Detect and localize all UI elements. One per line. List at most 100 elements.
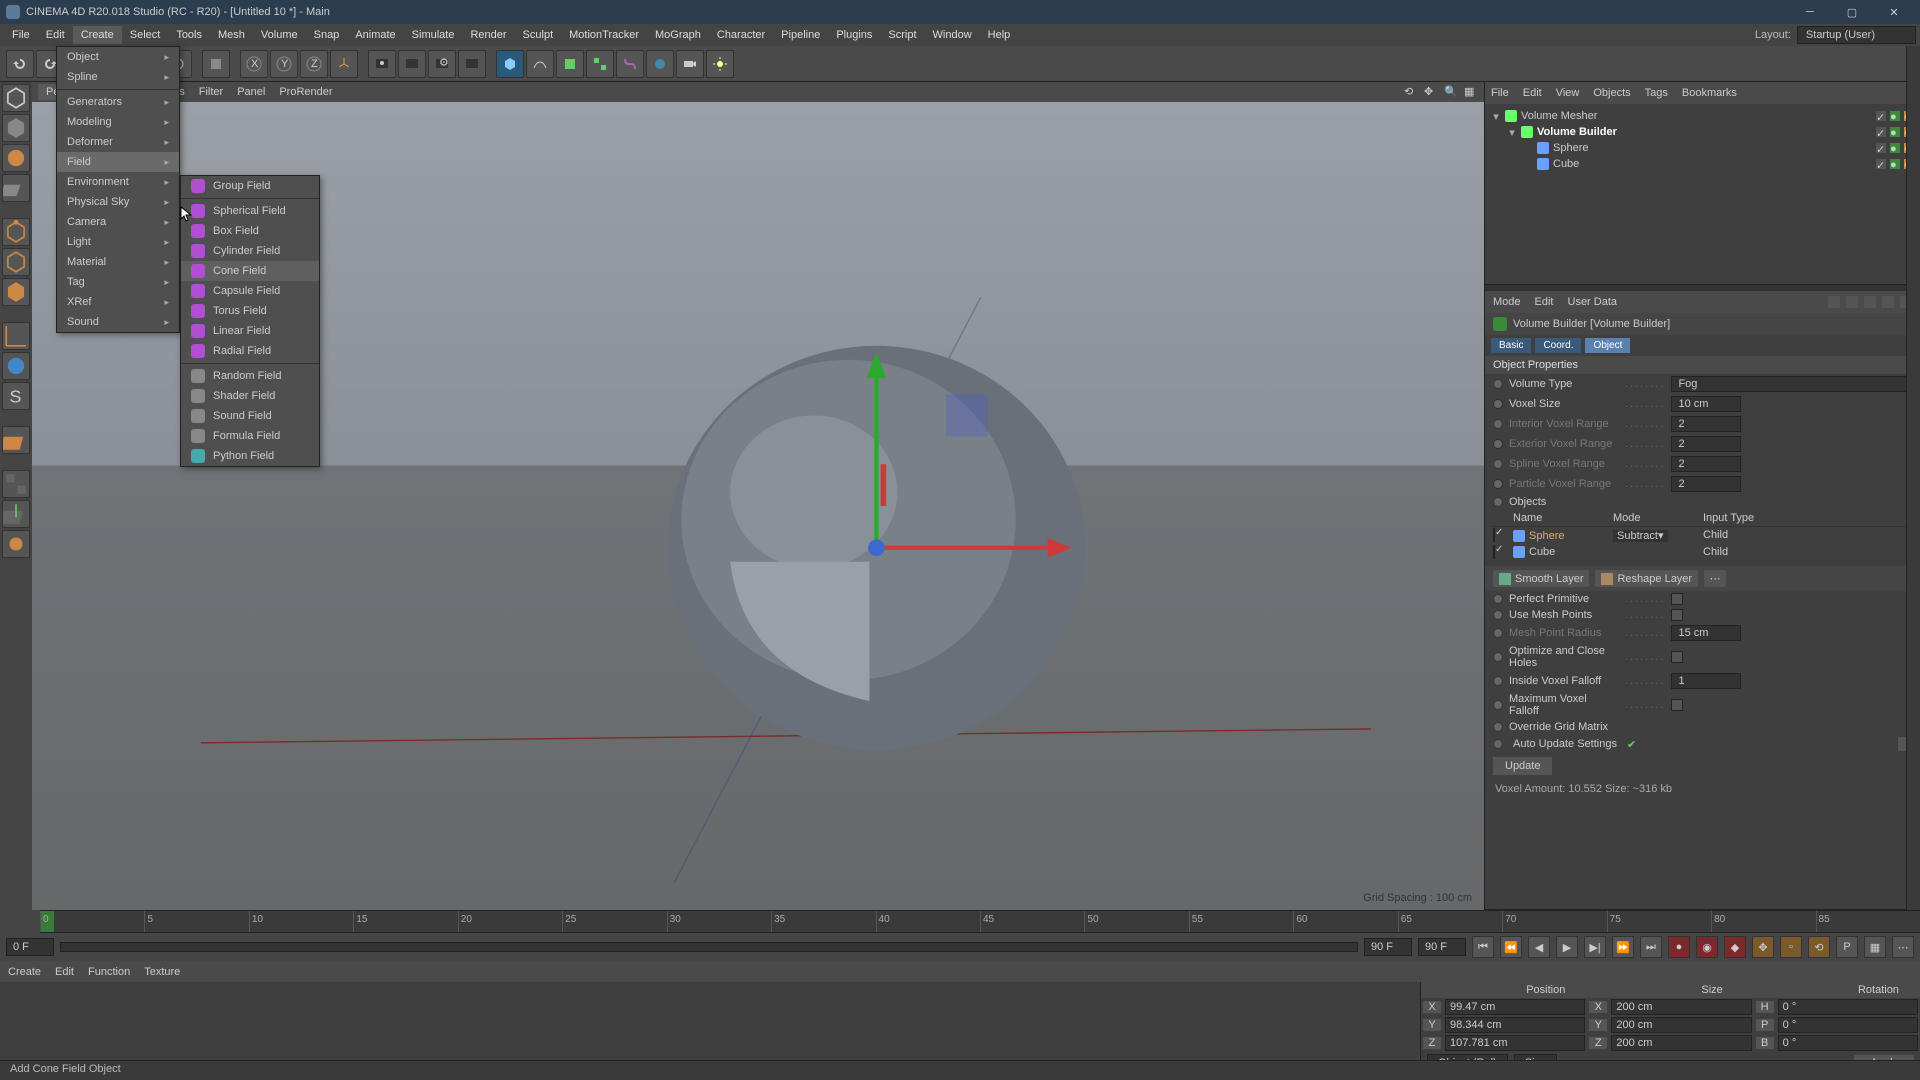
spline-button[interactable] [526, 50, 554, 78]
menu-edit[interactable]: Edit [38, 26, 73, 44]
attr-tab-basic[interactable]: Basic [1491, 338, 1531, 353]
create-item-material[interactable]: Material▸ [57, 252, 179, 272]
checkbox[interactable] [1671, 609, 1683, 621]
create-item-light[interactable]: Light▸ [57, 232, 179, 252]
menu-mesh[interactable]: Mesh [210, 26, 253, 44]
array-button[interactable] [586, 50, 614, 78]
vp-menu-panel[interactable]: Panel [237, 86, 265, 98]
nav-back-icon[interactable] [1828, 296, 1840, 308]
make-editable-button[interactable] [2, 84, 30, 112]
timeline-ruler[interactable]: 051015202530354045505560657075808590 [0, 910, 1920, 933]
attr-userdata[interactable]: User Data [1568, 296, 1618, 308]
obj-row-sphere[interactable]: SphereSubtract▾Child [1493, 527, 1912, 544]
light-button[interactable] [706, 50, 734, 78]
create-item-physical-sky[interactable]: Physical Sky▸ [57, 192, 179, 212]
vp-menu-filter[interactable]: Filter [199, 86, 223, 98]
undo-button[interactable] [6, 50, 34, 78]
menu-animate[interactable]: Animate [347, 26, 403, 44]
field-item-cylinder-field[interactable]: Cylinder Field [181, 241, 319, 261]
range-start-field[interactable]: 0 F [6, 938, 54, 956]
layer-more-button[interactable]: ⋯ [1704, 570, 1726, 587]
axis-toggle-button[interactable] [2, 322, 30, 350]
pla-key-button[interactable]: ▦ [1864, 936, 1886, 958]
value-field[interactable]: 15 cm [1671, 625, 1741, 641]
next-frame-button[interactable]: ▶| [1584, 936, 1606, 958]
pos-field[interactable]: 107.781 cm [1445, 1035, 1585, 1051]
menu-volume[interactable]: Volume [253, 26, 306, 44]
menu-snap[interactable]: Snap [306, 26, 348, 44]
texture-mode-button[interactable] [2, 144, 30, 172]
field-item-spherical-field[interactable]: Spherical Field [181, 201, 319, 221]
menu-file[interactable]: File [4, 26, 38, 44]
prev-frame-button[interactable]: ◀ [1528, 936, 1550, 958]
checkbox[interactable] [1671, 593, 1683, 605]
value-field[interactable]: Fog [1671, 376, 1912, 392]
attr-edit[interactable]: Edit [1535, 296, 1554, 308]
field-item-cone-field[interactable]: Cone Field [181, 261, 319, 281]
objmgr-objects[interactable]: Objects [1593, 87, 1630, 99]
field-item-sound-field[interactable]: Sound Field [181, 406, 319, 426]
menu-plugins[interactable]: Plugins [828, 26, 880, 44]
prev-key-button[interactable]: ⏪ [1500, 936, 1522, 958]
coord-system-tool[interactable] [330, 50, 358, 78]
snap-toggle-button[interactable]: S [2, 382, 30, 410]
auto-update-check-icon[interactable]: ✔ [1627, 738, 1636, 751]
create-item-modeling[interactable]: Modeling▸ [57, 112, 179, 132]
field-item-capsule-field[interactable]: Capsule Field [181, 281, 319, 301]
menu-create[interactable]: Create [73, 26, 122, 44]
menu-select[interactable]: Select [122, 26, 169, 44]
pos-key-button[interactable]: ✥ [1752, 936, 1774, 958]
create-dropdown[interactable]: Object▸Spline▸Generators▸Modeling▸Deform… [56, 46, 180, 333]
rot-key-button[interactable]: ⟲ [1808, 936, 1830, 958]
planar-workplane-button[interactable] [2, 500, 30, 528]
field-item-box-field[interactable]: Box Field [181, 221, 319, 241]
vp-layout-icon[interactable]: ▦ [1464, 85, 1478, 99]
timeline-slider[interactable] [60, 942, 1358, 952]
locked-workplane-button[interactable] [2, 470, 30, 498]
mat-function[interactable]: Function [88, 966, 130, 978]
create-item-deformer[interactable]: Deformer▸ [57, 132, 179, 152]
menu-character[interactable]: Character [709, 26, 773, 44]
field-item-formula-field[interactable]: Formula Field [181, 426, 319, 446]
update-button[interactable]: Update [1493, 757, 1552, 775]
rot-field[interactable]: 0 ° [1778, 1017, 1918, 1033]
polygon-mode-button[interactable] [2, 278, 30, 306]
play-button[interactable]: ▶ [1556, 936, 1578, 958]
create-item-environment[interactable]: Environment▸ [57, 172, 179, 192]
pos-field[interactable]: 99.47 cm [1445, 999, 1585, 1015]
picture-viewer-button[interactable] [458, 50, 486, 78]
axis-x-toggle[interactable]: X [240, 50, 268, 78]
create-item-sound[interactable]: Sound▸ [57, 312, 179, 332]
field-item-torus-field[interactable]: Torus Field [181, 301, 319, 321]
vp-menu-prorender[interactable]: ProRender [279, 86, 332, 98]
mat-edit[interactable]: Edit [55, 966, 74, 978]
value-field[interactable]: 2 [1671, 476, 1741, 492]
range-end-field[interactable]: 90 F [1364, 938, 1412, 956]
attr-tab-object[interactable]: Object [1585, 338, 1630, 353]
edge-mode-button[interactable] [2, 248, 30, 276]
value-field[interactable]: 2 [1671, 456, 1741, 472]
tree-item-cube[interactable]: Cube✓●● [1491, 156, 1914, 172]
keyframe-button[interactable]: ◆ [1724, 936, 1746, 958]
tree-item-sphere[interactable]: Sphere✓●● [1491, 140, 1914, 156]
rot-field[interactable]: 0 ° [1778, 1035, 1918, 1051]
create-item-field[interactable]: Field▸ [57, 152, 179, 172]
layout-select[interactable]: Startup (User) [1797, 26, 1916, 44]
create-item-tag[interactable]: Tag▸ [57, 272, 179, 292]
field-item-radial-field[interactable]: Radial Field [181, 341, 319, 361]
smooth-layer-button[interactable]: Smooth Layer [1493, 570, 1589, 587]
menu-help[interactable]: Help [980, 26, 1019, 44]
deformer-button[interactable] [616, 50, 644, 78]
menu-mograph[interactable]: MoGraph [647, 26, 709, 44]
goto-start-button[interactable]: ⏮ [1472, 936, 1494, 958]
objmgr-tags[interactable]: Tags [1645, 87, 1668, 99]
close-button[interactable]: ✕ [1874, 2, 1914, 22]
point-mode-button[interactable] [2, 218, 30, 246]
value-field[interactable]: 2 [1671, 436, 1741, 452]
axis-z-toggle[interactable]: Z [300, 50, 328, 78]
search-icon[interactable] [1882, 296, 1894, 308]
create-item-spline[interactable]: Spline▸ [57, 67, 179, 87]
mat-create[interactable]: Create [8, 966, 41, 978]
field-item-python-field[interactable]: Python Field [181, 446, 319, 466]
value-field[interactable]: 1 [1671, 673, 1741, 689]
